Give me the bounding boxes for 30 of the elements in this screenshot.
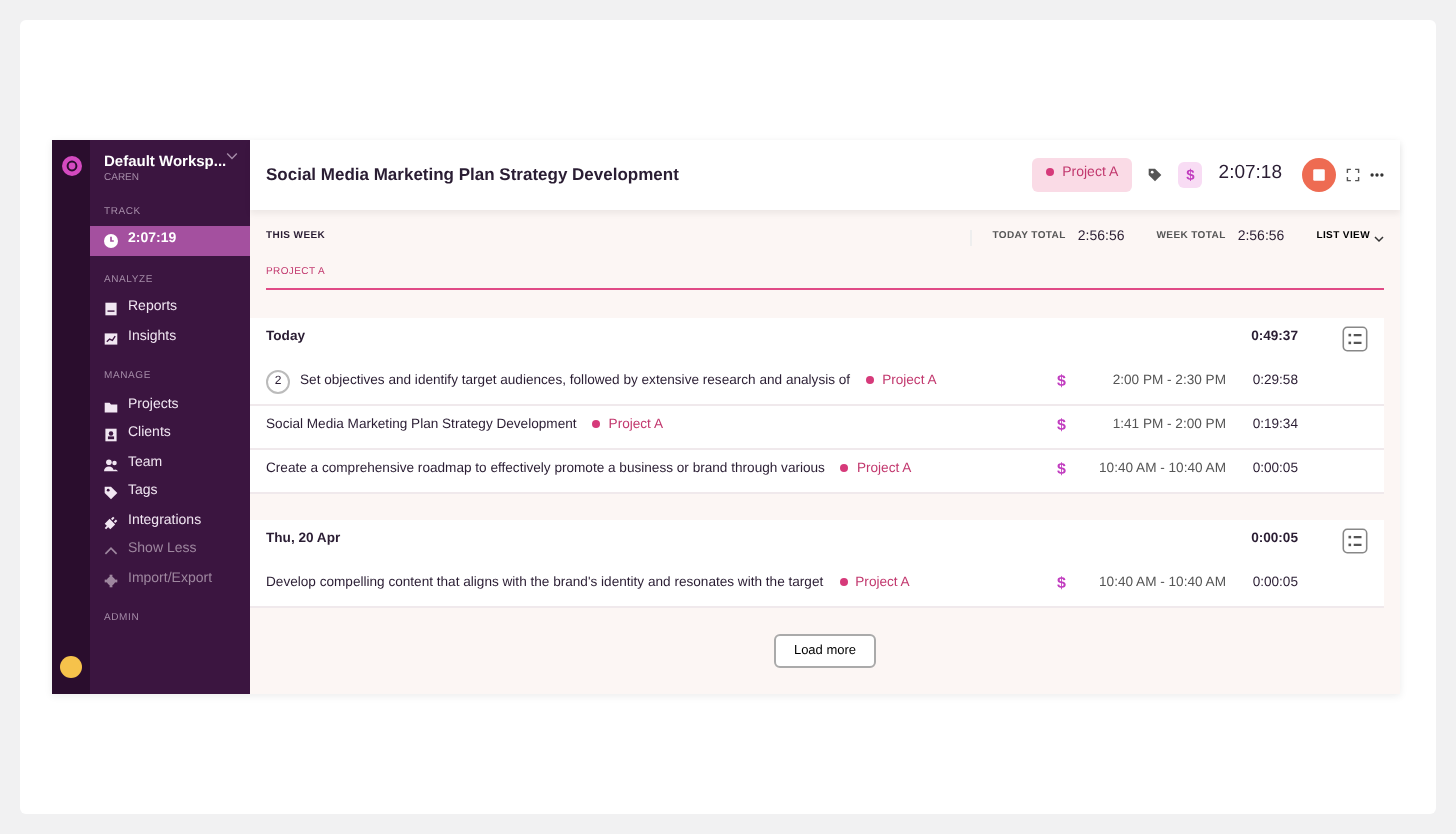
billable-icon[interactable]: $ xyxy=(1057,414,1066,438)
clock-icon xyxy=(104,234,118,248)
timer-elapsed: 2:07:18 xyxy=(1218,160,1282,189)
project-dot xyxy=(840,464,849,473)
project-dot xyxy=(839,578,848,587)
team-icon xyxy=(104,457,118,471)
expand-icon xyxy=(1346,168,1360,182)
billable-icon[interactable]: $ xyxy=(1057,458,1066,482)
folder-icon xyxy=(104,399,118,413)
billable-icon[interactable]: $ xyxy=(1057,370,1066,394)
contact-icon xyxy=(104,428,118,442)
tag-icon xyxy=(1148,168,1163,182)
list-icon xyxy=(1342,326,1368,352)
stop-button[interactable] xyxy=(1302,158,1336,192)
chevron-up-icon xyxy=(104,544,118,558)
billable-icon[interactable]: $ xyxy=(1057,572,1066,596)
project-dot xyxy=(866,376,875,385)
tag-icon xyxy=(104,486,118,500)
chart-icon xyxy=(104,331,118,345)
project-dot xyxy=(1046,168,1055,177)
avatar-icon[interactable] xyxy=(60,656,82,678)
more-icon xyxy=(1370,168,1384,182)
timer-description[interactable]: Social Media Marketing Plan Strategy Development xyxy=(266,162,679,188)
chevron-down-icon xyxy=(226,150,239,162)
chevron-down-icon xyxy=(1374,233,1384,243)
logo-icon[interactable] xyxy=(61,156,81,176)
report-icon xyxy=(104,302,118,316)
plug-icon xyxy=(104,515,118,529)
list-icon xyxy=(1342,528,1368,554)
project-dot xyxy=(592,420,601,429)
